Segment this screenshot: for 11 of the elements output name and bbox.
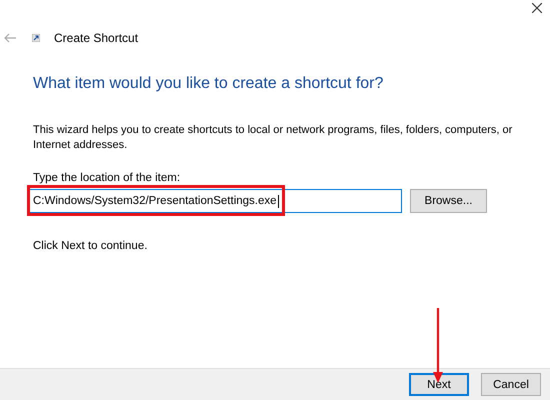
wizard-heading: What item would you like to create a shortcut for?: [33, 75, 384, 93]
next-button[interactable]: Next: [409, 373, 469, 396]
location-field[interactable]: C:Windows/System32/PresentationSettings.exe: [27, 189, 402, 213]
continue-hint: Click Next to continue.: [33, 240, 148, 252]
close-icon[interactable]: [532, 3, 542, 13]
wizard-description: This wizard helps you to create shortcuts to local or network programs, files, folders, computers, or Internet addresses.: [33, 123, 514, 153]
browse-button[interactable]: Browse...: [410, 189, 487, 213]
location-label: Type the location of the item:: [33, 172, 182, 184]
window-title: Create Shortcut: [54, 31, 138, 45]
shortcut-icon: [32, 34, 40, 42]
cancel-button[interactable]: Cancel: [481, 373, 541, 396]
